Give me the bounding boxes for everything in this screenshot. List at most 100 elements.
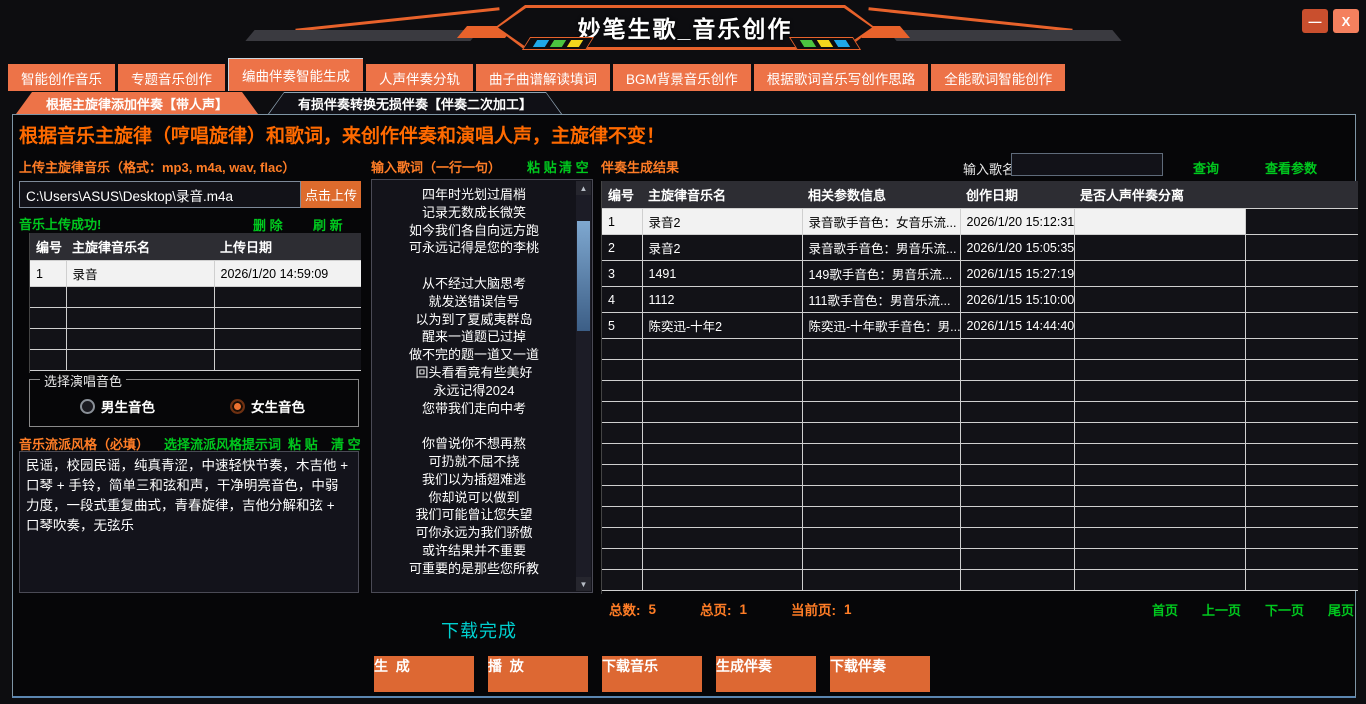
column-header[interactable]: 编号 xyxy=(30,233,66,261)
table-cell xyxy=(1074,507,1245,528)
column-header[interactable]: 主旋律音乐名 xyxy=(66,233,214,261)
lyric-line: 记录无数成长微笑 xyxy=(372,204,576,222)
chip-green xyxy=(800,40,816,47)
table-cell xyxy=(642,528,802,549)
title-bar: 妙笔生歌_音乐创作 — X xyxy=(0,0,1366,56)
sub-tab-inactive[interactable]: 有损伴奏转换无损伴奏【伴奏二次加工】 xyxy=(268,92,562,114)
main-tab[interactable]: BGM背景音乐创作 xyxy=(613,64,751,91)
table-cell xyxy=(1245,402,1358,423)
column-header[interactable]: 编号 xyxy=(602,181,642,209)
table-cell xyxy=(1074,360,1245,381)
column-header[interactable]: 上传日期 xyxy=(214,233,361,261)
table-row-empty xyxy=(602,528,1358,549)
column-header[interactable]: 相关参数信息 xyxy=(802,181,960,209)
table-cell xyxy=(1074,287,1245,313)
download-accompaniment-button[interactable]: 下载伴奏 xyxy=(830,656,930,692)
lyrics-paste-link[interactable]: 粘 贴 xyxy=(527,157,557,176)
first-page-link[interactable]: 首页 xyxy=(1152,600,1178,619)
radio-circle-checked[interactable] xyxy=(230,399,245,414)
main-tab[interactable]: 编曲伴奏智能生成 xyxy=(228,58,363,91)
delete-link[interactable]: 删 除 xyxy=(253,215,283,234)
current-page-label: 当前页: xyxy=(791,599,836,619)
table-row-empty xyxy=(30,350,361,371)
table-row[interactable]: 41112111歌手音色：男音乐流...2026/1/15 15:10:00 xyxy=(602,287,1358,313)
table-cell xyxy=(1245,507,1358,528)
table-cell xyxy=(1074,528,1245,549)
generate-button[interactable]: 生 成 xyxy=(374,656,474,692)
column-header[interactable]: 创作日期 xyxy=(960,181,1074,209)
scroll-thumb[interactable] xyxy=(577,221,590,331)
main-tab[interactable]: 人声伴奏分轨 xyxy=(366,64,473,91)
lyrics-textarea[interactable]: 四年时光划过眉梢记录无数成长微笑如今我们各自向远方跑可永远记得是您的李桃 从不经… xyxy=(371,179,593,593)
table-cell xyxy=(642,465,802,486)
lyric-line: 可你永远为我们骄傲 xyxy=(372,524,576,542)
lyrics-clear-link[interactable]: 清 空 xyxy=(559,157,589,176)
main-tab[interactable]: 专题音乐创作 xyxy=(118,64,225,91)
download-music-button[interactable]: 下载音乐 xyxy=(602,656,702,692)
play-button[interactable]: 播 放 xyxy=(488,656,588,692)
file-path-input[interactable] xyxy=(19,181,301,208)
voice-group-label: 选择演唱音色 xyxy=(40,371,126,390)
lyric-line: 我们可能曾让您失望 xyxy=(372,506,576,524)
close-button[interactable]: X xyxy=(1333,9,1359,33)
table-row[interactable]: 1录音2026/1/20 14:59:09 xyxy=(30,261,361,287)
table-row-empty xyxy=(602,360,1358,381)
table-cell xyxy=(960,486,1074,507)
view-params-link[interactable]: 查看参数 xyxy=(1265,158,1317,177)
column-header[interactable]: 是否人声伴奏分离 xyxy=(1074,181,1245,209)
table-cell xyxy=(1245,528,1358,549)
generate-accompaniment-button[interactable]: 生成伴奏 xyxy=(716,656,816,692)
upload-button[interactable]: 点击上传 xyxy=(301,181,361,208)
male-voice-radio[interactable]: 男生音色 xyxy=(80,396,155,416)
main-tab[interactable]: 智能创作音乐 xyxy=(8,64,115,91)
table-cell xyxy=(602,339,642,360)
scroll-down-arrow[interactable]: ▼ xyxy=(576,577,591,591)
chip-blue xyxy=(834,40,850,47)
table-cell xyxy=(30,329,66,350)
lyric-line: 如今我们各自向远方跑 xyxy=(372,222,576,240)
sub-tab-active[interactable]: 根据主旋律添加伴奏【带人声】 xyxy=(16,92,258,114)
table-cell xyxy=(1245,339,1358,360)
table-cell xyxy=(602,444,642,465)
table-cell xyxy=(1245,465,1358,486)
download-status-text: 下载完成 xyxy=(441,617,517,643)
query-link[interactable]: 查询 xyxy=(1193,158,1219,177)
column-header[interactable]: 主旋律音乐名 xyxy=(642,181,802,209)
table-cell xyxy=(960,402,1074,423)
table-cell: 2026/1/20 15:05:35 xyxy=(960,235,1074,261)
table-row-empty xyxy=(602,381,1358,402)
lyric-line: 可重要的是那些您所教 xyxy=(372,560,576,578)
total-pages-value: 1 xyxy=(740,602,748,617)
refresh-link[interactable]: 刷 新 xyxy=(313,215,343,234)
table-cell xyxy=(214,308,361,329)
table-cell: 录音歌手音色：男音乐流... xyxy=(802,235,960,261)
next-page-link[interactable]: 下一页 xyxy=(1265,600,1304,619)
lyric-line xyxy=(372,578,576,593)
table-cell xyxy=(642,381,802,402)
main-tab[interactable]: 全能歌词智能创作 xyxy=(931,64,1065,91)
prev-page-link[interactable]: 上一页 xyxy=(1202,600,1241,619)
table-cell xyxy=(802,570,960,591)
chip-yellow xyxy=(567,40,583,47)
song-name-input[interactable] xyxy=(1011,153,1163,176)
upload-table: 编号主旋律音乐名上传日期1录音2026/1/20 14:59:09 xyxy=(30,233,361,371)
column-header[interactable] xyxy=(1245,181,1358,209)
last-page-link[interactable]: 尾页 xyxy=(1328,600,1354,619)
main-tab[interactable]: 曲子曲谱解读填词 xyxy=(476,64,610,91)
table-row[interactable]: 5陈奕迅-十年2陈奕迅-十年歌手音色：男...2026/1/15 14:44:4… xyxy=(602,313,1358,339)
lyric-line xyxy=(372,417,576,435)
table-row[interactable]: 1录音2录音歌手音色：女音乐流...2026/1/20 15:12:31 xyxy=(602,209,1358,235)
style-textarea[interactable]: 民谣，校园民谣，纯真青涩，中速轻快节奏，木吉他 + 口琴 + 手铃，简单三和弦和… xyxy=(19,451,359,593)
scrollbar[interactable]: ▲ ▼ xyxy=(576,181,591,591)
female-voice-radio[interactable]: 女生音色 xyxy=(230,396,305,416)
table-cell xyxy=(1074,261,1245,287)
table-cell xyxy=(642,423,802,444)
radio-circle-unchecked[interactable] xyxy=(80,399,95,414)
table-row[interactable]: 31491149歌手音色：男音乐流...2026/1/15 15:27:19 xyxy=(602,261,1358,287)
table-row[interactable]: 2录音2录音歌手音色：男音乐流...2026/1/20 15:05:35 xyxy=(602,235,1358,261)
minimize-button[interactable]: — xyxy=(1302,9,1328,33)
scroll-up-arrow[interactable]: ▲ xyxy=(576,181,591,195)
main-tab[interactable]: 根据歌词音乐写创作思路 xyxy=(754,64,929,91)
footer-button-row: 生 成播 放下载音乐生成伴奏下载伴奏 xyxy=(374,656,930,692)
table-cell xyxy=(802,360,960,381)
